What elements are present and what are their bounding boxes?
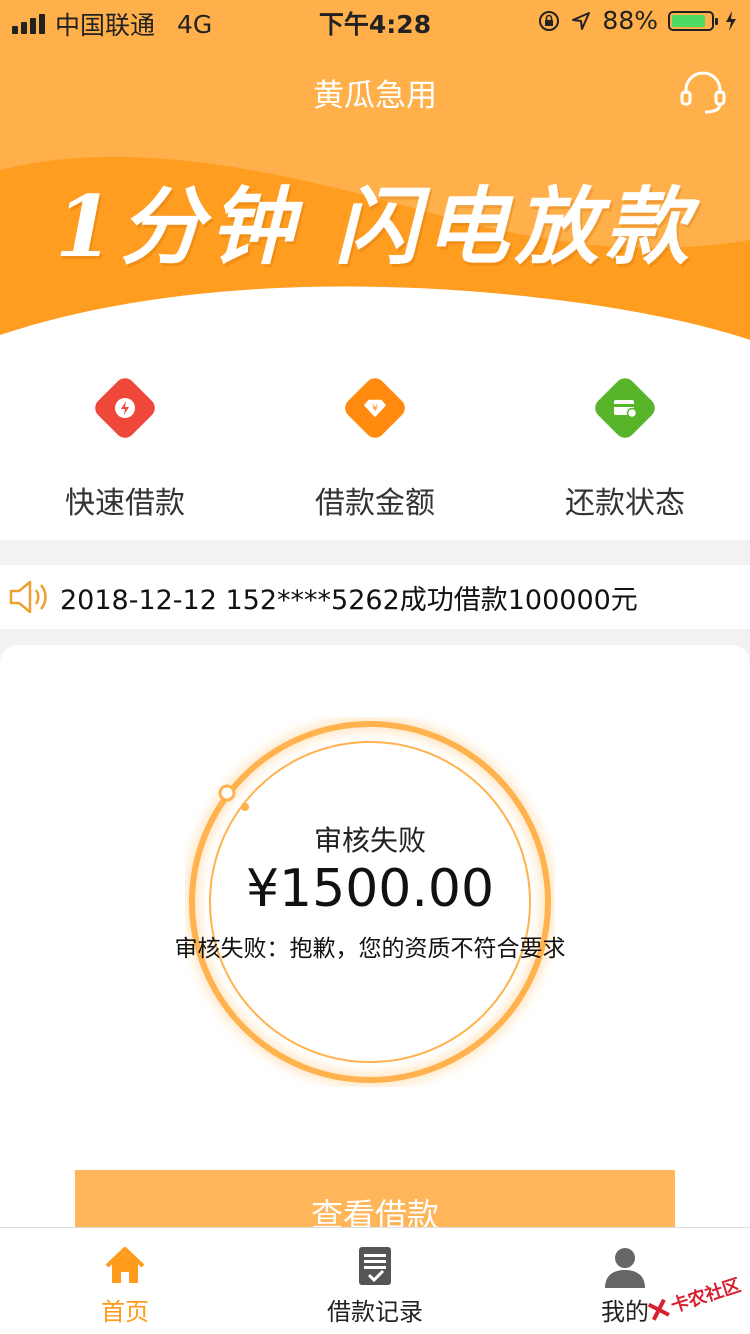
menu-item-repayment-status[interactable]: 还款状态 [500,340,750,540]
card-icon [614,400,637,419]
loan-amount-badge: ¥ [341,374,409,442]
status-message: 审核失败：抱歉，您的资质不符合要求 [174,936,566,962]
menu-item-loan-amount[interactable]: ¥ 借款金额 [250,340,500,540]
hero-slogan: 1分钟 闪电放款 [55,177,695,276]
speaker-icon [9,580,47,614]
orientation-lock-icon [539,10,560,31]
app-title: 黄瓜急用 [313,78,437,114]
status-ring: 审核失败 ¥1500.00 审核失败：抱歉，您的资质不符合要求 [175,717,566,1087]
location-icon [572,11,591,30]
headset-icon[interactable] [678,66,728,116]
status-title: 审核失败 [313,824,426,857]
hero-banner: 中国联通 4G 下午4:28 88% 黄瓜急用 1分钟 闪电放款 [0,0,750,360]
tab-label: 我的 [601,1298,649,1326]
svg-text:¥: ¥ [372,403,378,414]
loan-amount: ¥1500.00 [245,859,495,919]
menu-item-quick-loan[interactable]: 快速借款 [0,340,250,540]
document-icon [359,1247,391,1285]
notice-bar[interactable]: 2018-12-12 152****5262成功借款100000元 [0,565,750,629]
battery-level-fill [672,14,706,27]
diamond-yen-icon: ¥ [363,399,387,418]
tab-label: 借款记录 [327,1298,423,1326]
battery-percent: 88% [602,6,658,35]
menu-label: 借款金额 [315,486,435,521]
lightning-icon [115,398,135,418]
tab-loan-records[interactable]: 借款记录 [250,1228,500,1334]
home-icon [105,1247,145,1283]
tab-home[interactable]: 首页 [0,1228,250,1334]
battery-icon [668,10,718,31]
notice-text: 2018-12-12 152****5262成功借款100000元 [60,584,638,616]
menu-label: 还款状态 [565,486,685,521]
charging-icon [726,10,736,31]
repayment-status-badge [591,374,659,442]
menu-label: 快速借款 [65,486,185,521]
tab-label: 首页 [101,1298,149,1326]
tab-bar: 首页 借款记录 我的 [0,1227,750,1334]
loan-status-card: 审核失败 ¥1500.00 审核失败：抱歉，您的资质不符合要求 查看借款 [0,645,750,1250]
quick-loan-badge [91,374,159,442]
status-bar: 中国联通 4G 下午4:28 88% [0,0,750,40]
user-icon [605,1248,645,1288]
quick-menu: 快速借款 ¥ 借款金额 还款状态 [0,340,750,540]
